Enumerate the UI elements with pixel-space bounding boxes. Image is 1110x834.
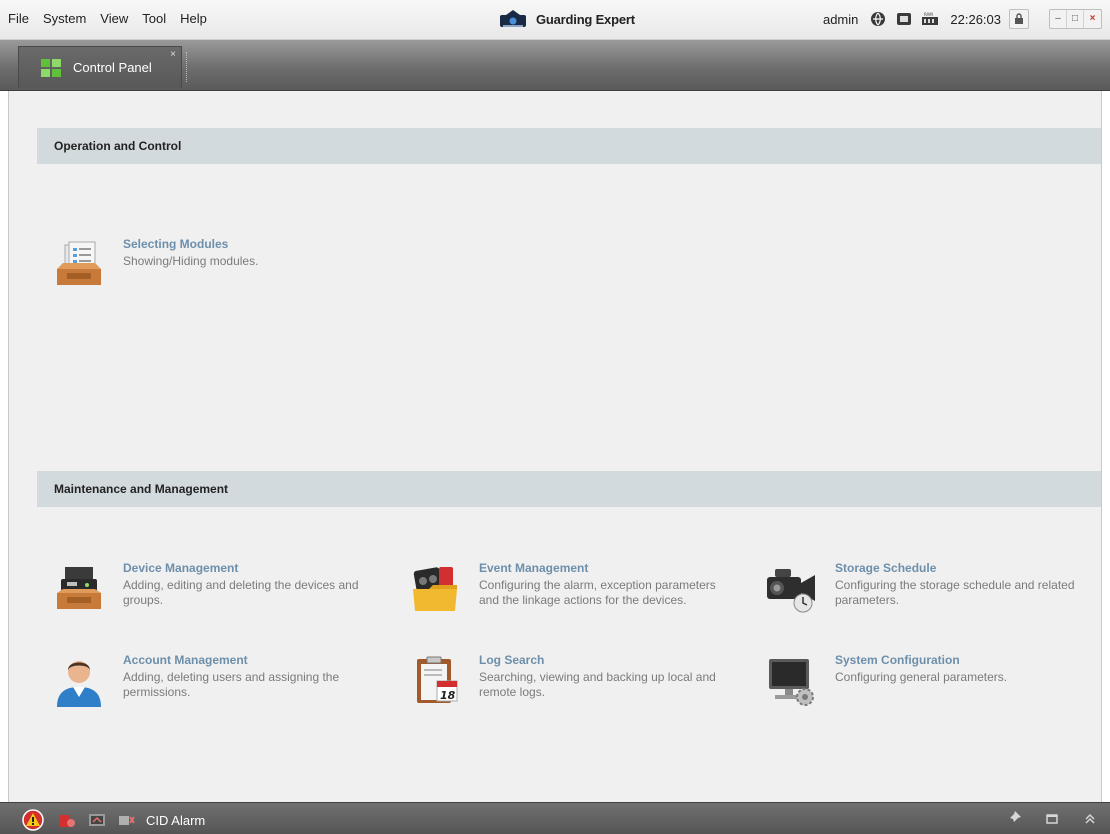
- ram-icon[interactable]: RAM: [920, 9, 940, 29]
- restore-icon[interactable]: [1044, 810, 1062, 828]
- bottom-bar: CID Alarm: [0, 802, 1110, 834]
- title-bar: File System View Tool Help Guarding Expe…: [0, 0, 1110, 40]
- module-desc: Searching, viewing and backing up local …: [479, 670, 716, 699]
- log-search-icon: 18: [417, 656, 458, 703]
- app-name: Guarding Expert: [536, 11, 635, 27]
- close-button[interactable]: ×: [1084, 10, 1101, 28]
- tab-separator: [186, 52, 187, 82]
- storage-schedule-icon: [767, 569, 815, 613]
- module-text: Event Management Configuring the alarm, …: [479, 561, 719, 615]
- maximize-button[interactable]: □: [1067, 10, 1084, 28]
- module-title[interactable]: Selecting Modules: [123, 237, 363, 251]
- cid-alarm-icon[interactable]: [118, 811, 136, 829]
- status-area: admin RAM 22:26:03 – □ ×: [823, 9, 1102, 29]
- tab-bar: Control Panel ×: [0, 40, 1110, 91]
- section-maintenance-and-management: Maintenance and Management: [37, 471, 1101, 507]
- module-title[interactable]: Log Search: [479, 653, 719, 667]
- module-device-management[interactable]: Device Management Adding, editing and de…: [53, 561, 363, 615]
- module-desc: Configuring the alarm, exception paramet…: [479, 578, 716, 607]
- module-text: Storage Schedule Configuring the storage…: [835, 561, 1075, 615]
- cpu-icon[interactable]: [894, 9, 914, 29]
- clock: 22:26:03: [950, 11, 1001, 27]
- menu-help[interactable]: Help: [180, 11, 207, 26]
- module-storage-schedule[interactable]: Storage Schedule Configuring the storage…: [765, 561, 1075, 615]
- device-exception-icon[interactable]: [88, 811, 106, 829]
- module-desc: Showing/Hiding modules.: [123, 254, 259, 268]
- menu-bar: File System View Tool Help: [8, 11, 221, 26]
- module-event-management[interactable]: Event Management Configuring the alarm, …: [409, 561, 719, 615]
- module-title[interactable]: Device Management: [123, 561, 363, 575]
- expand-up-icon[interactable]: [1082, 810, 1100, 828]
- minimize-button[interactable]: –: [1050, 10, 1067, 28]
- svg-text:RAM: RAM: [924, 12, 933, 17]
- module-text: Log Search Searching, viewing and backin…: [479, 653, 719, 707]
- menu-system[interactable]: System: [43, 11, 86, 26]
- tab-close-icon[interactable]: ×: [170, 49, 176, 60]
- section-operation-and-control: Operation and Control: [37, 128, 1101, 164]
- control-panel-icon: [41, 58, 61, 77]
- tab-label: Control Panel: [73, 60, 152, 75]
- lock-icon[interactable]: [1009, 9, 1029, 29]
- module-log-search[interactable]: 18 Log Search Searching, viewing and bac…: [409, 653, 719, 707]
- module-title[interactable]: Account Management: [123, 653, 363, 667]
- tab-control-panel[interactable]: Control Panel ×: [18, 46, 182, 88]
- app-title: Guarding Expert: [500, 9, 635, 29]
- module-account-management[interactable]: Account Management Adding, deleting user…: [53, 653, 363, 707]
- module-desc: Adding, editing and deleting the devices…: [123, 578, 359, 607]
- control-panel-content: Operation and Control Selecting Modules …: [8, 91, 1102, 802]
- user-name[interactable]: admin: [823, 12, 858, 27]
- module-selecting-modules[interactable]: Selecting Modules Showing/Hiding modules…: [53, 237, 363, 291]
- pin-icon[interactable]: [1006, 810, 1024, 828]
- alarm-area: CID Alarm: [22, 809, 205, 831]
- log-search-icon-day: 18: [440, 689, 456, 702]
- module-desc: Adding, deleting users and assigning the…: [123, 670, 340, 699]
- module-desc: Configuring general parameters.: [835, 670, 1008, 684]
- account-management-icon: [57, 661, 101, 707]
- alarm-event-icon[interactable]: [58, 811, 76, 829]
- module-text: Device Management Adding, editing and de…: [123, 561, 363, 615]
- window-controls: – □ ×: [1049, 9, 1102, 29]
- module-system-configuration[interactable]: System Configuration Configuring general…: [765, 653, 1075, 707]
- menu-tool[interactable]: Tool: [142, 11, 166, 26]
- app-logo-icon: [500, 10, 526, 27]
- module-desc: Configuring the storage schedule and rel…: [835, 578, 1075, 607]
- bottom-bar-controls: [986, 810, 1100, 828]
- device-management-icon: [57, 567, 101, 609]
- module-text: Selecting Modules Showing/Hiding modules…: [123, 237, 363, 291]
- cid-alarm-label[interactable]: CID Alarm: [146, 813, 205, 828]
- system-configuration-icon: [769, 659, 814, 706]
- module-title[interactable]: Event Management: [479, 561, 719, 575]
- selecting-modules-icon: [57, 241, 101, 285]
- module-title[interactable]: Storage Schedule: [835, 561, 1075, 575]
- module-text: System Configuration Configuring general…: [835, 653, 1075, 707]
- menu-file[interactable]: File: [8, 11, 29, 26]
- module-text: Account Management Adding, deleting user…: [123, 653, 363, 707]
- network-icon[interactable]: [868, 9, 888, 29]
- module-title[interactable]: System Configuration: [835, 653, 1075, 667]
- event-management-icon: [413, 567, 457, 611]
- alarm-warning-icon[interactable]: [22, 809, 44, 831]
- menu-view[interactable]: View: [100, 11, 128, 26]
